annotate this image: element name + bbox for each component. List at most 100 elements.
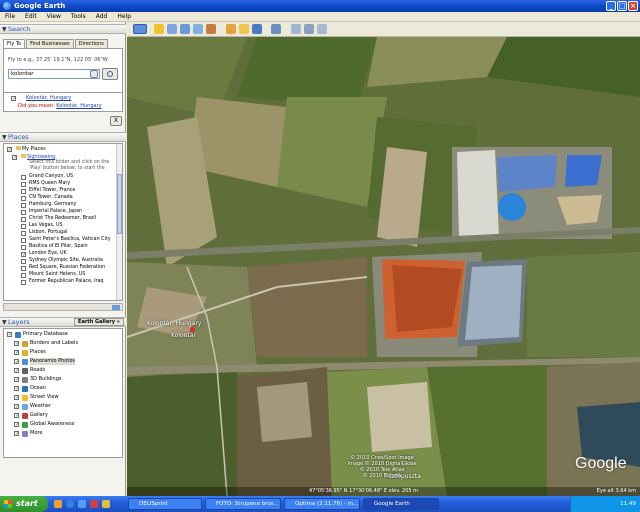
place-checkbox[interactable]	[21, 266, 26, 271]
result-item[interactable]: Kolontár, Hungary	[26, 95, 71, 101]
place-item[interactable]: Mount Saint Helens, US	[29, 272, 85, 278]
my-places-checkbox[interactable]: ✓	[7, 147, 12, 153]
polygon-icon[interactable]	[167, 24, 177, 34]
start-button[interactable]: start	[0, 496, 48, 512]
layer-item[interactable]: Panoramio Photos	[30, 358, 75, 365]
historical-imagery-icon[interactable]	[226, 24, 236, 34]
map-view[interactable]: Kolontár, Hungary Kolontár Fűzfőpuszta ©…	[127, 37, 640, 496]
layer-checkbox[interactable]: ✓	[14, 422, 19, 428]
image-overlay-icon[interactable]	[193, 24, 203, 34]
path-icon[interactable]	[180, 24, 190, 34]
layer-checkbox[interactable]: ✓	[14, 386, 19, 392]
place-item[interactable]: London Eye, UK	[29, 251, 67, 257]
quicklaunch-icon[interactable]	[54, 500, 62, 508]
email-icon[interactable]	[291, 24, 301, 34]
clock[interactable]: 11:49	[620, 501, 636, 507]
places-scrollbar[interactable]	[116, 144, 122, 300]
result-checkbox[interactable]: ✓	[11, 96, 16, 102]
place-item[interactable]: Former Republican Palace, Iraq	[29, 279, 103, 285]
layer-checkbox[interactable]: ✓	[14, 350, 19, 356]
layer-item[interactable]: Weather	[30, 403, 51, 410]
dropdown-arrow-icon[interactable]	[90, 70, 98, 78]
place-item[interactable]: Red Square, Russian Federation	[29, 265, 105, 271]
place-checkbox[interactable]	[21, 196, 26, 201]
search-input[interactable]: kolontar	[8, 69, 100, 79]
taskbar-item[interactable]: Optima (2.11.76) - m...	[284, 498, 360, 510]
quicklaunch-icon[interactable]	[66, 500, 74, 508]
satellite-imagery[interactable]	[127, 37, 640, 496]
layer-item[interactable]: 3D Buildings	[30, 376, 62, 383]
menu-view[interactable]: View	[42, 12, 66, 22]
menu-tools[interactable]: Tools	[66, 12, 91, 22]
layer-item[interactable]: Borders and Labels	[30, 340, 78, 347]
layer-item[interactable]: Gallery	[30, 412, 48, 419]
place-item[interactable]: Christ The Redeemer, Brazil	[29, 216, 96, 222]
place-checkbox[interactable]	[21, 210, 26, 215]
layer-checkbox[interactable]: ✓	[14, 341, 19, 347]
place-checkbox[interactable]	[21, 280, 26, 285]
quicklaunch-icon[interactable]	[78, 500, 86, 508]
layer-checkbox[interactable]: ✓	[14, 413, 19, 419]
place-checkbox[interactable]	[21, 259, 26, 264]
layer-checkbox[interactable]: ✓	[14, 368, 19, 374]
tab-find-businesses[interactable]: Find Businesses	[26, 39, 74, 48]
sidebar-toggle-icon[interactable]	[133, 24, 147, 34]
place-checkbox[interactable]	[21, 273, 26, 278]
layer-item[interactable]: Global Awareness	[30, 421, 74, 428]
menu-edit[interactable]: Edit	[20, 12, 42, 22]
place-item[interactable]: Las Vegas, US	[29, 223, 63, 229]
minimize-button[interactable]: _	[606, 1, 616, 11]
place-item[interactable]: Hamburg, Germany	[29, 202, 76, 208]
place-checkbox[interactable]	[21, 182, 26, 187]
layer-checkbox[interactable]: ✓	[14, 359, 19, 365]
place-checkbox[interactable]	[21, 231, 26, 236]
layer-item[interactable]: More	[30, 430, 42, 437]
place-item[interactable]: RMS Queen Mary	[29, 181, 70, 187]
sunlight-icon[interactable]	[239, 24, 249, 34]
my-places-item[interactable]: My Places	[16, 146, 46, 153]
place-item[interactable]: Sydney Olympic Site, Australia	[29, 258, 103, 264]
quicklaunch-icon[interactable]	[90, 500, 98, 508]
place-item[interactable]: Imperial Palace, Japan	[29, 209, 82, 215]
menu-add[interactable]: Add	[91, 12, 113, 22]
view-in-maps-icon[interactable]	[317, 24, 327, 34]
sightseeing-checkbox[interactable]: ✓	[12, 155, 17, 161]
place-item[interactable]: Lisbon, Portugal	[29, 230, 67, 236]
result-link[interactable]: Kolontár, Hungary	[26, 95, 71, 101]
layer-checkbox[interactable]: ✓	[14, 431, 19, 437]
layer-item[interactable]: Roads	[30, 367, 45, 374]
places-header[interactable]: ▼ Places	[0, 132, 126, 142]
layer-checkbox[interactable]: ✓	[14, 395, 19, 401]
place-checkbox[interactable]	[21, 175, 26, 180]
place-item[interactable]: CN Tower, Canada	[29, 195, 73, 201]
search-button[interactable]	[102, 68, 118, 80]
layer-checkbox[interactable]: ✓	[14, 377, 19, 383]
place-checkbox[interactable]	[21, 224, 26, 229]
layer-item[interactable]: Ocean	[30, 385, 46, 392]
place-checkbox[interactable]	[21, 238, 26, 243]
place-checkbox[interactable]	[21, 203, 26, 208]
place-item[interactable]: Basilica of El Pilar, Spain	[29, 244, 88, 250]
place-checkbox[interactable]: ✓	[21, 252, 26, 258]
did-you-mean-link[interactable]: Kolontár, Hungary	[56, 103, 101, 109]
quicklaunch-icon[interactable]	[102, 500, 110, 508]
play-tour-icon[interactable]	[112, 305, 120, 310]
clear-search-button[interactable]: X	[110, 116, 122, 126]
close-button[interactable]: ×	[628, 1, 638, 11]
place-item[interactable]: Eiffel Tower, France	[29, 188, 75, 194]
taskbar-item-google-earth[interactable]: Google Earth	[363, 498, 439, 510]
layers-header[interactable]: ▼ Layers Earth Gallery »	[0, 317, 126, 327]
layer-item[interactable]: Places	[30, 349, 46, 356]
tab-fly-to[interactable]: Fly To	[3, 39, 26, 48]
tab-directions[interactable]: Directions	[74, 39, 108, 48]
layer-item[interactable]: Street View	[30, 394, 59, 401]
layer-checkbox[interactable]: ✓	[7, 332, 12, 338]
menu-help[interactable]: Help	[112, 12, 136, 22]
print-icon[interactable]	[304, 24, 314, 34]
place-item[interactable]: Grand Canyon, US	[29, 174, 73, 180]
place-item[interactable]: Saint Peter's Basilica, Vatican City	[29, 237, 111, 243]
layer-checkbox[interactable]: ✓	[14, 404, 19, 410]
taskbar-item[interactable]: FOTO: Strupena bros...	[205, 498, 281, 510]
planet-icon[interactable]	[252, 24, 262, 34]
record-tour-icon[interactable]	[206, 24, 216, 34]
